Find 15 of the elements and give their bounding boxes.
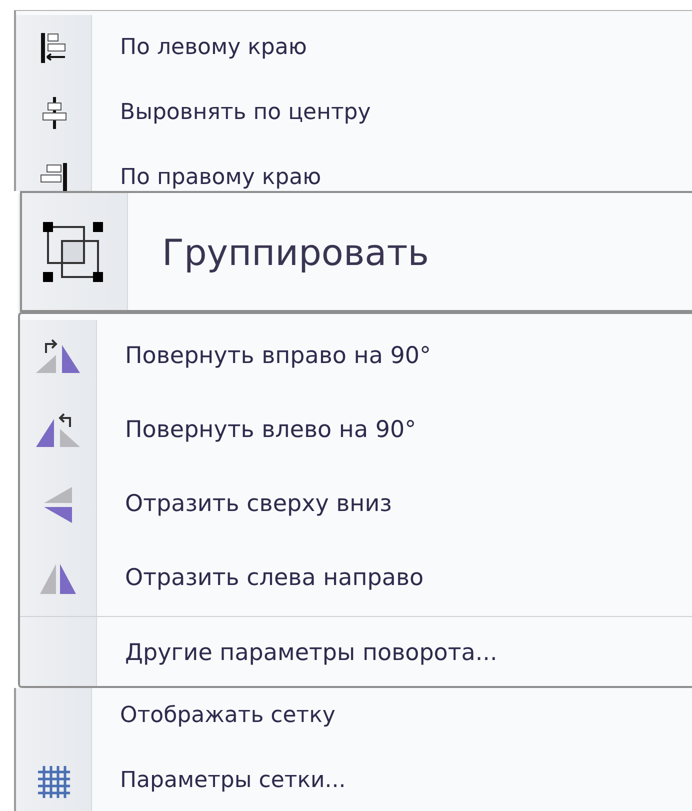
menu-item[interactable]: Другие параметры поворота... (97, 640, 498, 668)
menu-item[interactable]: Отображать сетку (92, 703, 336, 730)
menu-item[interactable]: По левому краю (92, 36, 307, 60)
menu-item[interactable]: Отразить сверху вниз (97, 491, 392, 519)
menu-item[interactable]: Выровнять по центру (92, 100, 371, 124)
menu-item[interactable]: Повернуть влево на 90° (97, 417, 416, 445)
menu-item[interactable]: Параметры сетки... (92, 768, 346, 795)
align-left-icon (38, 30, 68, 64)
menu-item[interactable]: Повернуть вправо на 90° (97, 343, 432, 371)
menu-item[interactable]: Отразить слева направо (97, 565, 424, 593)
rotate-left-icon (34, 413, 82, 449)
menu-item[interactable]: По правому краю (92, 166, 322, 190)
rotate-right-icon (34, 339, 82, 375)
grid-icon (36, 764, 70, 798)
menu-item[interactable]: Группировать (128, 232, 429, 276)
